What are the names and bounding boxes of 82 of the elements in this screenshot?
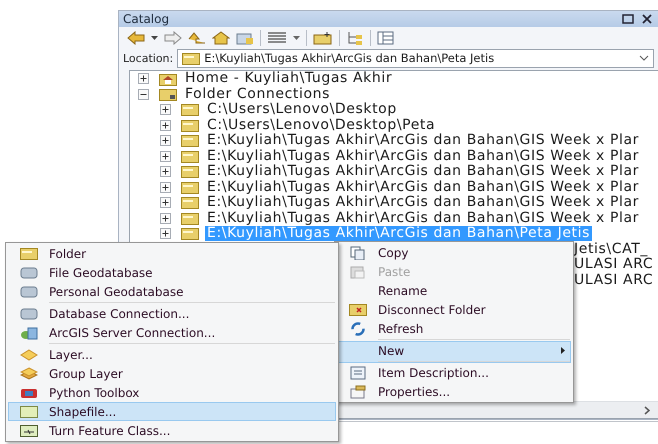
folder-icon	[181, 150, 199, 163]
tree-item[interactable]: Home - Kuyliah\Tugas Akhir	[183, 71, 394, 86]
panel-title: Catalog	[123, 12, 170, 26]
tree-item[interactable]: E:\Kuyliah\Tugas Akhir\ArcGis dan Bahan\GIS Week x Plar	[205, 148, 642, 164]
restore-icon	[622, 14, 634, 24]
chevron-right-icon	[644, 406, 650, 414]
folder-icon	[181, 134, 199, 148]
tree-item[interactable]: E:\Kuyliah\Tugas Akhir\ArcGis dan Bahan\GIS Week x Plar	[205, 164, 642, 180]
layers-icon	[20, 366, 38, 380]
menu-item[interactable]: Shapefile...	[8, 402, 336, 421]
tree-item-label[interactable]: Jetis\CAT_	[574, 242, 648, 257]
menu-item[interactable]: Database Connection...	[8, 304, 336, 323]
menu-item[interactable]: Turn Feature Class...	[8, 421, 336, 440]
menu-item[interactable]: Disconnect Folder	[337, 300, 571, 319]
menu-item[interactable]: Copy	[337, 243, 571, 262]
tree-item[interactable]: C:\Users\Lenovo\Desktop	[205, 102, 399, 118]
caret-icon	[293, 36, 300, 40]
up-folder-icon	[188, 30, 206, 44]
folder-icon	[182, 52, 200, 64]
layer-icon	[20, 348, 38, 360]
tree-item[interactable]: Folder Connections	[183, 86, 332, 102]
chevron-down-icon	[639, 55, 649, 61]
connect-folder-icon	[236, 30, 254, 44]
expand-icon[interactable]	[160, 228, 171, 240]
menu-item[interactable]: Layer...	[8, 345, 336, 364]
menu-item[interactable]: Properties...	[337, 382, 571, 401]
folder-icon	[181, 165, 199, 178]
folder-icon	[181, 227, 199, 240]
back-arrow-icon	[127, 30, 145, 44]
expand-icon[interactable]	[160, 182, 171, 193]
tree-item[interactable]: E:\Kuyliah\Tugas Akhir\ArcGis dan Bahan\GIS Week x Plar	[205, 210, 642, 226]
database-icon	[20, 286, 38, 298]
caret-icon	[151, 36, 158, 40]
tree-view-icon	[346, 30, 364, 44]
folder-disconnect-icon	[349, 303, 367, 316]
close-icon	[642, 14, 652, 24]
folder-icon	[181, 212, 199, 225]
tree-item[interactable]: E:\Kuyliah\Tugas Akhir\ArcGis dan Bahan\GIS Week x Plar	[205, 180, 642, 195]
menu-item[interactable]: Python Toolbox	[8, 383, 336, 402]
document-icon	[350, 366, 366, 380]
copy-icon	[350, 246, 366, 260]
folder-icon	[181, 118, 199, 132]
folder-icon	[181, 180, 199, 194]
menu-item[interactable]: Folder	[8, 244, 336, 263]
expand-icon[interactable]	[160, 120, 171, 131]
folder-properties-icon	[350, 384, 366, 398]
menu-item[interactable]: Item Description...	[337, 363, 571, 382]
folder-icon	[181, 103, 199, 116]
expand-icon[interactable]	[160, 212, 171, 224]
database-icon	[20, 266, 38, 278]
refresh-icon	[351, 322, 365, 336]
location-label: Location:	[123, 52, 174, 64]
paste-icon	[350, 264, 366, 278]
expand-icon[interactable]	[160, 104, 171, 116]
server-icon	[20, 326, 38, 340]
tree-item-label[interactable]: ULASI ARC	[574, 272, 654, 288]
menu-item[interactable]: File Geodatabase	[8, 263, 336, 282]
collapse-icon[interactable]	[138, 88, 149, 100]
forward-arrow-icon	[164, 30, 182, 44]
expand-icon[interactable]	[160, 166, 171, 178]
menu-item[interactable]: Rename	[337, 281, 571, 300]
home-icon	[212, 30, 230, 44]
menu-item[interactable]: New	[337, 341, 571, 363]
folder-connection-icon	[159, 87, 177, 102]
expand-icon[interactable]	[138, 73, 149, 84]
tree-item[interactable]: E:\Kuyliah\Tugas Akhir\ArcGis dan Bahan\GIS Week x Plar	[205, 133, 642, 148]
shapefile-icon	[20, 406, 38, 418]
database-icon	[20, 308, 38, 320]
new-folder-icon	[313, 30, 333, 44]
tree-item[interactable]: C:\Users\Lenovo\Desktop\Peta	[205, 118, 438, 133]
details-view-icon	[377, 30, 395, 44]
expand-icon[interactable]	[160, 135, 171, 146]
list-view-icon	[267, 30, 287, 44]
feature-class-icon	[20, 424, 38, 436]
folder-icon	[181, 196, 199, 210]
tree-item-label[interactable]: ULASI ARC	[574, 257, 654, 272]
folder-icon	[20, 247, 38, 260]
location-field[interactable]: E:\Kuyliah\Tugas Akhir\ArcGis dan Bahan\Peta Jetis	[177, 48, 654, 68]
expand-icon[interactable]	[160, 197, 171, 208]
menu-item[interactable]: Group Layer	[8, 364, 336, 383]
expand-icon[interactable]	[160, 150, 171, 162]
tree-item[interactable]: E:\Kuyliah\Tugas Akhir\ArcGis dan Bahan\GIS Week x Plar	[205, 195, 642, 210]
